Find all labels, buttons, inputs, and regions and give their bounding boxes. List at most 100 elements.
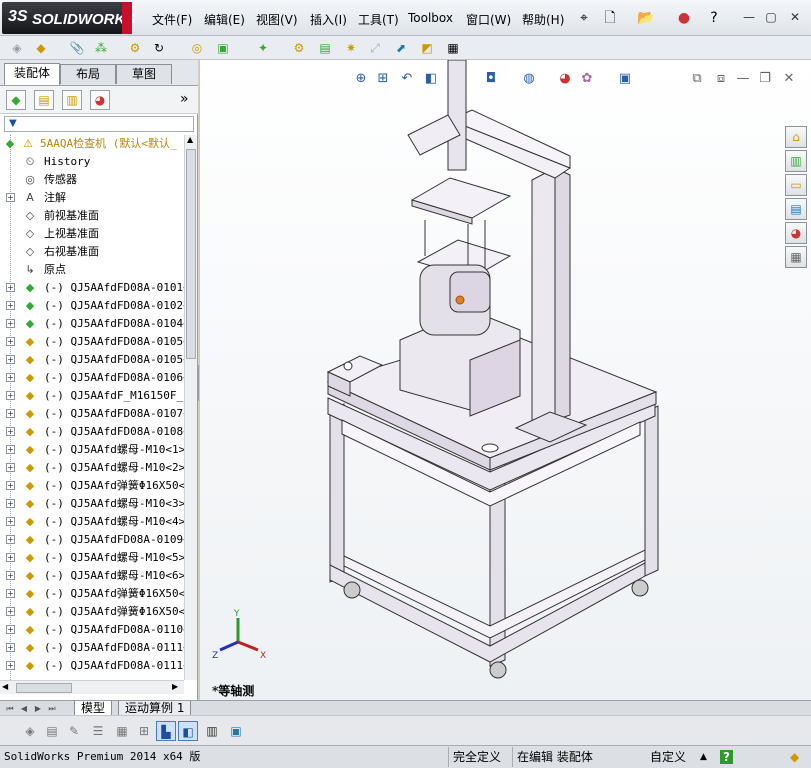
tree-scroll-thumb[interactable] [186,149,196,359]
expand-toggle-icon[interactable]: + [6,517,15,526]
tree-horizontal-scrollbar[interactable]: ◀ ▶ [0,680,184,694]
new-document-icon[interactable]: 🗋 [600,8,620,28]
units-arrow-icon[interactable]: ▲ [696,747,707,767]
tab-layout[interactable]: 布局 [60,64,116,84]
tree-item[interactable]: + ◆ (-) QJ5AAfd螺母-M10<3> [0,495,184,513]
display-manager-icon[interactable]: ◕ [90,90,110,110]
nav-first-icon[interactable]: ⏮ [4,703,16,714]
expand-toggle-icon[interactable]: + [6,571,15,580]
graphics-area[interactable]: ⊕ ⊞ ↶ ◧ ◫ ◘ ◍ ◕ ✿ ▣ ⧉ ⧈ — ❐ ✕ ⌂ ▥ ▭ ▤ ◕ … [199,60,811,700]
insert-component-icon[interactable]: ◆ [32,39,50,57]
chart-view-icon[interactable]: ▙ [156,721,176,741]
tab-motion-study[interactable]: 运动算例 1 [118,701,192,716]
tree-item[interactable]: + ◆ (-) QJ5AAfd螺母-M10<4> [0,513,184,531]
expand-toggle-icon[interactable]: + [6,373,15,382]
viewport-close-icon[interactable]: ✕ [780,70,798,88]
tree-hscroll-thumb[interactable] [16,683,72,693]
expand-toggle-icon[interactable]: + [6,535,15,544]
tree-item[interactable]: + ◆ (-) QJ5AAfdFD08A-0105<1 [0,333,184,351]
menu-help[interactable]: 帮助(H) [522,11,564,28]
tree-item[interactable]: + ◆ (-) QJ5AAfdFD08A-0104<1 [0,315,184,333]
scroll-right-icon[interactable]: ▶ [172,682,178,691]
file-explorer-icon[interactable]: ▭ [785,174,807,196]
tree-item[interactable]: + ◆ (-) QJ5AAfd螺母-M10<6> [0,567,184,585]
tree-item[interactable]: + ◆ (-) QJ5AAfd弹簧Φ16X50< [0,603,184,621]
bill-of-materials-icon[interactable]: ▤ [316,39,334,57]
save-study-icon[interactable]: ▣ [226,721,246,741]
smart-fasteners-icon[interactable]: ⚙ [126,39,144,57]
tree-item[interactable]: + ◆ (-) QJ5AAfdFD08A-0110<1 [0,621,184,639]
exploded-view-icon[interactable]: ✷ [342,39,360,57]
pin-icon[interactable]: ⌖ [574,8,594,28]
tab-sketch[interactable]: 草图 [116,64,172,84]
snapshot-icon[interactable]: ▦ [444,39,462,57]
restore-window-button[interactable]: ▢ [764,10,778,24]
expand-toggle-icon[interactable]: + [6,445,15,454]
tree-item[interactable]: + ◆ (-) QJ5AAfd弹簧Φ16X50< [0,477,184,495]
tree-item[interactable]: ◎ 传感器 [0,171,184,189]
explode-line-icon[interactable]: ⤢ [366,39,384,57]
expand-toggle-icon[interactable]: + [6,427,15,436]
scroll-left-icon[interactable]: ◀ [2,682,8,691]
nav-prev-icon[interactable]: ◀ [18,703,30,714]
tree-item[interactable]: + ◆ (-) QJ5AAfdFD08A-0105<2 [0,351,184,369]
tree-item[interactable]: + ◆ (-) QJ5AAfdFD08A-0108<1 [0,423,184,441]
tree-filter-input[interactable]: ▼ [4,116,194,132]
expand-toggle-icon[interactable]: + [6,625,15,634]
tree-item[interactable]: + ◆ (-) QJ5AAfdFD08A-0107<1 [0,405,184,423]
expand-toggle-icon[interactable]: + [6,661,15,670]
feature-tree-icon[interactable]: ◆ [6,90,26,110]
scroll-up-icon[interactable]: ▲ [187,135,193,144]
menu-toolbox[interactable]: Toolbox [408,11,453,25]
motion-grid-icon[interactable]: ▦ [112,721,132,741]
close-window-button[interactable]: ✕ [788,10,802,24]
status-units[interactable]: 自定义 [646,747,686,767]
expand-toggle-icon[interactable]: + [6,481,15,490]
expand-toggle-icon[interactable]: + [6,355,15,364]
design-library-icon[interactable]: ▥ [785,150,807,172]
expand-toggle-icon[interactable]: + [6,499,15,508]
speedpak-icon[interactable]: ◩ [418,39,436,57]
tree-item[interactable]: ◇ 右视基准面 [0,243,184,261]
tree-item[interactable]: + ◆ (-) QJ5AAfd螺母-M10<1> [0,441,184,459]
tree-item[interactable]: ◇ 上视基准面 [0,225,184,243]
tree-item[interactable]: + ◆ (-) QJ5AAfd弹簧Φ16X50< [0,585,184,603]
assembly-features-icon[interactable]: ▣ [214,39,232,57]
table-view-icon[interactable]: ▥ [202,721,222,741]
motion-calc-icon[interactable]: ◈ [20,721,40,741]
tree-item[interactable]: + ◆ (-) QJ5AAfdFD08A-0101<1 [0,279,184,297]
tree-item[interactable]: + ◆ (-) QJ5AAfdFD08A-0106<1 [0,369,184,387]
status-tag-icon[interactable]: ◆ [786,747,799,767]
expand-toggle-icon[interactable]: + [6,589,15,598]
expand-toggle-icon[interactable]: + [6,337,15,346]
expand-toggle-icon[interactable]: + [6,193,15,202]
open-folder-icon[interactable]: 📂 [636,8,656,28]
expand-toggle-icon[interactable]: + [6,607,15,616]
reference-geometry-icon[interactable]: ✦ [254,39,272,57]
tree-root[interactable]: ◆ ⚠ 5AAQA检查机 (默认<默认_ [0,135,184,153]
menu-insert[interactable]: 插入(I) [310,11,347,28]
minimize-window-button[interactable]: — [742,10,756,24]
nav-next-icon[interactable]: ▶ [32,703,44,714]
motion-list-icon[interactable]: ☰ [88,721,108,741]
solidworks-resources-icon[interactable]: ⌂ [785,126,807,148]
tree-item[interactable]: + A 注解 [0,189,184,207]
tree-item[interactable]: ⏲ History [0,153,184,171]
move-component-icon[interactable]: ↻ [150,39,168,57]
edit-component-icon[interactable]: ◈ [8,39,26,57]
expand-toggle-icon[interactable]: + [6,463,15,472]
menu-window[interactable]: 窗口(W) [466,11,511,28]
motion-play-icon[interactable]: ▤ [42,721,62,741]
expand-toggle-icon[interactable]: + [6,283,15,292]
motion-key-icon[interactable]: ⊞ [134,721,154,741]
configuration-manager-icon[interactable]: ▥ [62,90,82,110]
tab-assembly[interactable]: 装配体 [4,63,60,85]
new-motion-study-icon[interactable]: ⚙ [290,39,308,57]
panel-collapse-icon[interactable]: » [180,91,189,107]
rebuild-traffic-light-icon[interactable]: ● [674,8,694,28]
menu-edit[interactable]: 编辑(E) [204,11,245,28]
tree-item[interactable]: + ◆ (-) QJ5AAfdFD08A-0102<1 [0,297,184,315]
show-hidden-icon[interactable]: ◎ [188,39,206,57]
tree-item[interactable]: + ◆ (-) QJ5AAfdF_M16150F_F- [0,387,184,405]
tree-item[interactable]: + ◆ (-) QJ5AAfd螺母-M10<5> [0,549,184,567]
